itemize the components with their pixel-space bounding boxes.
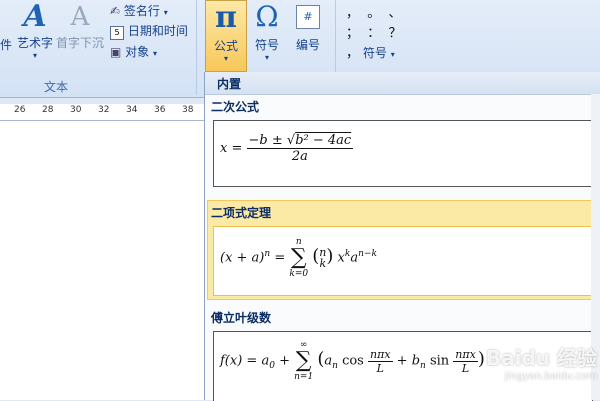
ruler-tick: 26 — [14, 105, 26, 115]
ruler-tick: 28 — [42, 105, 54, 115]
date-time-button[interactable]: 5 日期和时间 — [110, 22, 188, 40]
chevron-down-icon: ▾ — [163, 8, 168, 17]
wordart-icon: A — [23, 0, 47, 34]
object-icon: ▣ — [110, 45, 122, 59]
ruler-tick: 30 — [70, 105, 82, 115]
section-title: 二项式定理 — [211, 206, 272, 220]
equation-gallery: 内置 二次公式 x = −b ± √b² − 4ac 2a 二项式定理 (x +… — [204, 72, 600, 401]
formula-preview: x = −b ± √b² − 4ac 2a — [220, 133, 354, 164]
punct-row-1[interactable]: ， 。 、 — [346, 2, 402, 21]
symbol-more-button[interactable]: ， 符号 ▾ — [346, 42, 395, 61]
section-title: 二次公式 — [211, 100, 260, 114]
group-label-text: 文本 — [44, 80, 69, 94]
dropcap-icon: A — [70, 2, 90, 32]
chevron-down-icon: ▾ — [223, 54, 228, 63]
omega-icon: Ω — [255, 0, 279, 33]
chevron-down-icon: ▾ — [264, 53, 269, 62]
calendar-icon: 5 — [110, 26, 124, 40]
punct-row-2[interactable]: ； ： ？ — [346, 22, 402, 41]
section-title: 傅立叶级数 — [211, 311, 272, 325]
dropcap-button[interactable]: A 首字下沉 — [56, 0, 104, 51]
chevron-down-icon: ▾ — [153, 49, 158, 58]
chevron-down-icon: ▾ — [32, 51, 37, 60]
wordart-button[interactable]: A 艺术字 ▾ — [14, 0, 56, 60]
signature-line-button[interactable]: ✍ 签名行 ▾ — [110, 2, 168, 19]
gallery-header: 内置 — [205, 72, 600, 95]
signature-icon: ✍ — [110, 4, 121, 18]
ruler-tick: 36 — [154, 105, 166, 115]
group-separator — [196, 0, 197, 95]
object-button[interactable]: ▣ 对象 ▾ — [110, 43, 157, 60]
formula-preview: (x + a)n = n ∑ k=0 (n k) xkan−k — [220, 237, 377, 279]
chevron-down-icon: ▾ — [390, 50, 395, 59]
quadratic-formula-item[interactable]: x = −b ± √b² − 4ac 2a — [213, 120, 593, 187]
formula-preview: f(x) = a0 + ∞ ∑ n=1 (an cos nπx L + bn si… — [220, 340, 485, 382]
baidu-watermark: Baidu 经验 jingyan.baidu.com — [485, 346, 597, 382]
equation-button[interactable]: π 公式 ▾ — [205, 0, 247, 72]
ruler-tick: 32 — [98, 105, 110, 115]
binomial-theorem-item[interactable]: (x + a)n = n ∑ k=0 (n k) xkan−k — [213, 226, 593, 296]
ruler-tick: 38 — [182, 105, 194, 115]
horizontal-ruler[interactable]: 26 28 30 32 34 36 38 — [0, 104, 205, 121]
number-icon: # — [296, 5, 320, 29]
number-button[interactable]: # 编号 — [288, 0, 328, 53]
symbol-button[interactable]: Ω 符号 ▾ — [248, 0, 286, 62]
document-page[interactable] — [0, 121, 205, 400]
ruler-tick: 34 — [126, 105, 138, 115]
file-partial-label[interactable]: 件 — [0, 36, 12, 53]
pi-icon: π — [215, 0, 237, 35]
